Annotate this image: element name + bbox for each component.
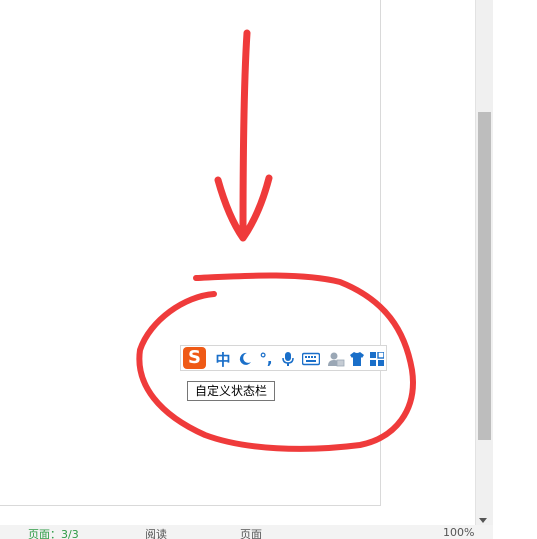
skin-shirt-icon[interactable]: [348, 349, 366, 369]
status-bar: 页面：3/3 阅读 页面 100%: [0, 525, 493, 539]
zoom-level[interactable]: 100%: [443, 526, 474, 539]
page-view-label[interactable]: 页面: [240, 526, 262, 539]
right-blank-area: [493, 0, 537, 539]
microphone-icon[interactable]: [280, 349, 296, 369]
moon-icon[interactable]: [236, 349, 254, 369]
user-icon[interactable]: [326, 349, 346, 369]
document-margin-area: [381, 0, 475, 525]
ime-toolbar[interactable]: S 中 °,: [180, 345, 387, 371]
punctuation-toggle-button[interactable]: °,: [257, 349, 275, 369]
language-toggle-button[interactable]: 中: [214, 349, 232, 369]
vertical-scrollbar[interactable]: [475, 0, 493, 525]
reading-mode-label[interactable]: 阅读: [145, 526, 167, 539]
customize-status-bar-tooltip: 自定义状态栏: [187, 381, 275, 401]
sogou-logo-icon[interactable]: S: [183, 347, 206, 369]
keyboard-icon[interactable]: [301, 349, 321, 369]
scrollbar-thumb[interactable]: [478, 112, 491, 440]
document-page: [0, 0, 381, 506]
toolbox-icon[interactable]: [368, 349, 386, 369]
word-count-status[interactable]: 页面：3/3: [28, 526, 79, 539]
scroll-down-arrow-icon[interactable]: [479, 518, 487, 523]
